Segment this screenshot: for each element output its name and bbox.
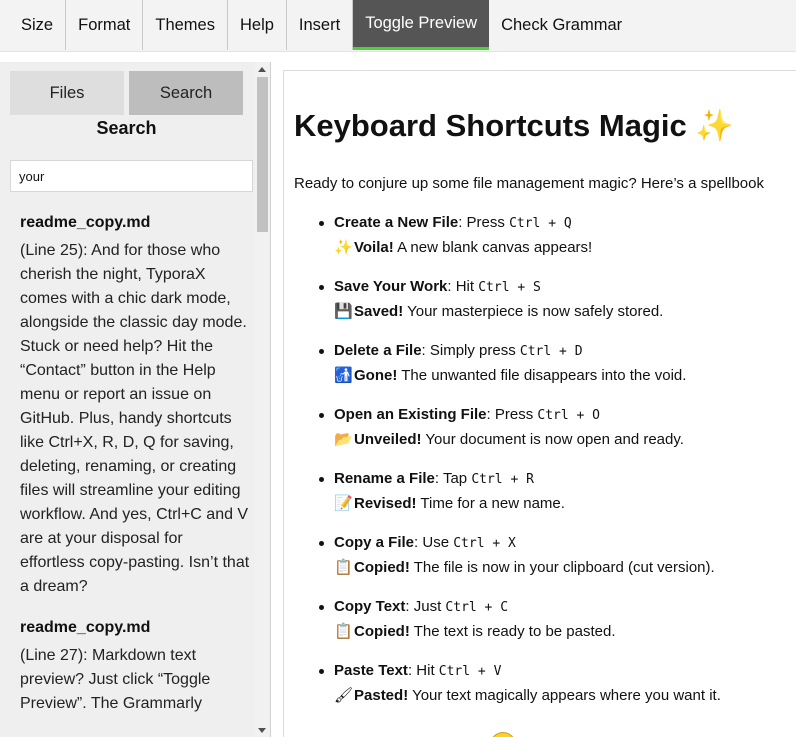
list-item: Copy a File: Use Ctrl + X 📋Copied! The f… bbox=[319, 531, 794, 595]
menu-insert[interactable]: Insert bbox=[287, 0, 354, 50]
smiley-icon bbox=[490, 732, 516, 737]
menu-bar: Size Format Themes Help Insert Toggle Pr… bbox=[0, 0, 796, 52]
shortcut-name: Copy Text bbox=[334, 598, 406, 615]
trash-icon: 🚮 bbox=[334, 367, 353, 384]
list-item: Delete a File: Simply press Ctrl + D 🚮Go… bbox=[319, 339, 794, 403]
tab-search[interactable]: Search bbox=[129, 71, 243, 115]
memo-icon: 📝 bbox=[334, 495, 353, 512]
clipboard-icon: 📋 bbox=[334, 559, 353, 576]
list-item: Copy Text: Just Ctrl + C 📋Copied! The te… bbox=[319, 595, 794, 659]
shortcut-result: Pasted! bbox=[354, 687, 409, 704]
shortcut-verb: : Just bbox=[405, 598, 446, 615]
shortcut-result: Voila! bbox=[354, 239, 394, 256]
shortcut-result: Revised! bbox=[354, 495, 417, 512]
search-results: readme_copy.md (Line 25): And for those … bbox=[20, 214, 250, 736]
shortcut-desc: Your text magically appears where you wa… bbox=[408, 687, 721, 704]
shortcut-result: Saved! bbox=[354, 303, 404, 320]
list-item: Rename a File: Tap Ctrl + R 📝Revised! Ti… bbox=[319, 467, 794, 531]
result-snippet: (Line 27): Markdown text preview? Just c… bbox=[20, 647, 211, 712]
page-title: Keyboard Shortcuts Magic ✨ bbox=[294, 107, 734, 144]
shortcut-verb: : Press bbox=[458, 214, 510, 231]
menu-themes[interactable]: Themes bbox=[143, 0, 228, 50]
shortcut-keys: Ctrl + O bbox=[537, 408, 601, 423]
menu-format[interactable]: Format bbox=[66, 0, 144, 50]
shortcut-name: Copy a File bbox=[334, 534, 415, 551]
shortcut-verb: : Hit bbox=[407, 662, 439, 679]
title-text: Keyboard Shortcuts Magic bbox=[294, 108, 687, 143]
shortcut-desc: The file is now in your clipboard (cut v… bbox=[409, 559, 715, 576]
menu-check-grammar[interactable]: Check Grammar bbox=[489, 0, 634, 50]
shortcut-desc: Your masterpiece is now safely stored. bbox=[403, 303, 664, 320]
shortcut-verb: : Simply press bbox=[421, 342, 520, 359]
scroll-down-arrow-icon[interactable] bbox=[258, 728, 266, 733]
shortcut-result: Copied! bbox=[354, 623, 410, 640]
menu-size[interactable]: Size bbox=[0, 0, 67, 50]
shortcut-desc: The unwanted file disappears into the vo… bbox=[397, 367, 687, 384]
sparkles-icon: ✨ bbox=[695, 108, 734, 143]
shortcut-verb: : Tap bbox=[434, 470, 472, 487]
shortcut-keys: Ctrl + Q bbox=[509, 216, 572, 231]
shortcut-list: Create a New File: Press Ctrl + Q ✨Voila… bbox=[319, 211, 794, 723]
shortcut-keys: Ctrl + C bbox=[445, 600, 509, 615]
shortcut-result: Gone! bbox=[354, 367, 398, 384]
shortcut-keys: Ctrl + X bbox=[453, 536, 516, 551]
shortcut-name: Paste Text bbox=[334, 662, 408, 679]
search-result[interactable]: readme_copy.md (Line 25): And for those … bbox=[20, 214, 250, 599]
shortcut-desc: Time for a new name. bbox=[416, 495, 565, 512]
shortcut-keys: Ctrl + R bbox=[471, 472, 534, 487]
search-input[interactable] bbox=[10, 160, 253, 192]
shortcut-keys: Ctrl + S bbox=[478, 280, 541, 295]
list-item: Paste Text: Hit Ctrl + V 🖌Pasted! Your t… bbox=[319, 659, 794, 723]
folder-icon: 📂 bbox=[334, 431, 353, 448]
shortcut-verb: : Press bbox=[486, 406, 538, 423]
shortcut-verb: : Hit bbox=[447, 278, 479, 295]
shortcut-name: Save Your Work bbox=[334, 278, 448, 295]
sidebar-scrollbar[interactable] bbox=[255, 62, 270, 737]
floppy-disk-icon: 💾 bbox=[334, 303, 353, 320]
list-item: Open an Existing File: Press Ctrl + O 📂U… bbox=[319, 403, 794, 467]
list-item: Create a New File: Press Ctrl + Q ✨Voila… bbox=[319, 211, 794, 275]
paintbrush-icon: 🖌 bbox=[334, 687, 354, 704]
shortcut-keys: Ctrl + V bbox=[438, 664, 502, 679]
scrollbar-thumb[interactable] bbox=[257, 77, 268, 232]
sidebar-title: Search bbox=[96, 118, 157, 138]
sidebar-tabs: Files Search bbox=[10, 71, 243, 115]
menu-toggle-preview[interactable]: Toggle Preview bbox=[353, 0, 490, 50]
shortcut-desc: A new blank canvas appears! bbox=[393, 239, 593, 256]
shortcut-name: Rename a File bbox=[334, 470, 435, 487]
shortcut-name: Create a New File bbox=[334, 214, 459, 231]
shortcut-verb: : Use bbox=[414, 534, 454, 551]
result-filename: readme_copy.md bbox=[20, 619, 151, 636]
tab-files[interactable]: Files bbox=[10, 71, 124, 115]
shortcut-result: Unveiled! bbox=[354, 431, 422, 448]
result-snippet: (Line 25): And for those who cherish the… bbox=[20, 242, 250, 595]
sparkles-icon: ✨ bbox=[334, 239, 353, 256]
sidebar: Files Search Search readme_copy.md (Line… bbox=[0, 62, 271, 737]
clipboard-icon: 📋 bbox=[334, 623, 353, 640]
scroll-up-arrow-icon[interactable] bbox=[258, 67, 266, 72]
shortcut-name: Open an Existing File bbox=[334, 406, 487, 423]
shortcut-desc: Your document is now open and ready. bbox=[421, 431, 684, 448]
shortcut-name: Delete a File bbox=[334, 342, 422, 359]
search-result[interactable]: readme_copy.md (Line 27): Markdown text … bbox=[20, 619, 250, 716]
list-item: Save Your Work: Hit Ctrl + S 💾Saved! You… bbox=[319, 275, 794, 339]
shortcut-desc: The text is ready to be pasted. bbox=[409, 623, 616, 640]
preview-pane: Keyboard Shortcuts Magic ✨ Ready to conj… bbox=[283, 70, 796, 737]
intro-text: Ready to conjure up some file management… bbox=[294, 175, 764, 192]
result-filename: readme_copy.md bbox=[20, 214, 151, 231]
menu-help[interactable]: Help bbox=[228, 0, 287, 50]
shortcut-keys: Ctrl + D bbox=[519, 344, 583, 359]
shortcut-result: Copied! bbox=[354, 559, 410, 576]
